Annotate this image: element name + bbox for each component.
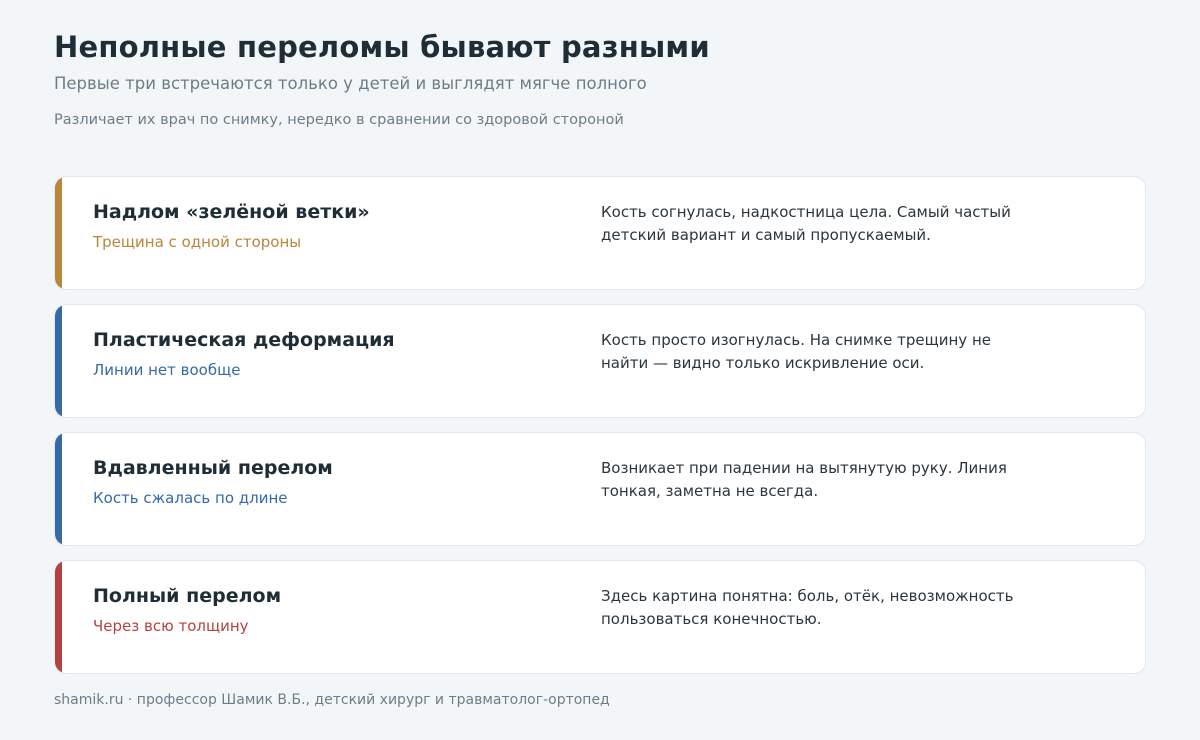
card-title: Надлом «зелёной ветки» <box>93 201 370 223</box>
page-footer: shamik.ru · профессор Шамик В.Б., детски… <box>54 692 610 708</box>
card-title: Вдавленный перелом <box>93 457 333 479</box>
card-accent-bar <box>55 305 62 417</box>
card-subtitle: Кость сжалась по длине <box>93 489 288 507</box>
card-title: Полный перелом <box>93 585 282 607</box>
card-subtitle: Трещина с одной стороны <box>93 233 302 251</box>
card-accent-bar <box>55 433 62 545</box>
card-subtitle: Линии нет вообще <box>93 361 241 379</box>
card-description: Кость просто изогнулась. На снимке трещи… <box>601 331 991 372</box>
page-title: Неполные переломы бывают разными <box>54 30 710 64</box>
card-title: Пластическая деформация <box>93 329 395 351</box>
card-accent-bar <box>55 561 62 673</box>
page: Неполные переломы бывают разными Первые … <box>0 0 1200 740</box>
card-description: Возникает при падении на вытянутую руку.… <box>601 459 1007 500</box>
card-subtitle: Через всю толщину <box>93 617 249 635</box>
fracture-type-list: Надлом «зелёной ветки» Трещина с одной с… <box>54 176 1146 688</box>
page-subtitle: Первые три встречаются только у детей и … <box>54 74 647 93</box>
fracture-card-buckle: Вдавленный перелом Кость сжалась по длин… <box>54 432 1146 546</box>
card-description: Здесь картина понятна: боль, отёк, невоз… <box>601 587 1014 628</box>
page-note: Различает их врач по снимку, нередко в с… <box>54 112 624 128</box>
card-description: Кость согнулась, надкостница цела. Самый… <box>601 203 1011 244</box>
fracture-card-greenstick: Надлом «зелёной ветки» Трещина с одной с… <box>54 176 1146 290</box>
fracture-card-plastic-deformation: Пластическая деформация Линии нет вообще… <box>54 304 1146 418</box>
fracture-card-complete: Полный перелом Через всю толщину Здесь к… <box>54 560 1146 674</box>
card-accent-bar <box>55 177 62 289</box>
